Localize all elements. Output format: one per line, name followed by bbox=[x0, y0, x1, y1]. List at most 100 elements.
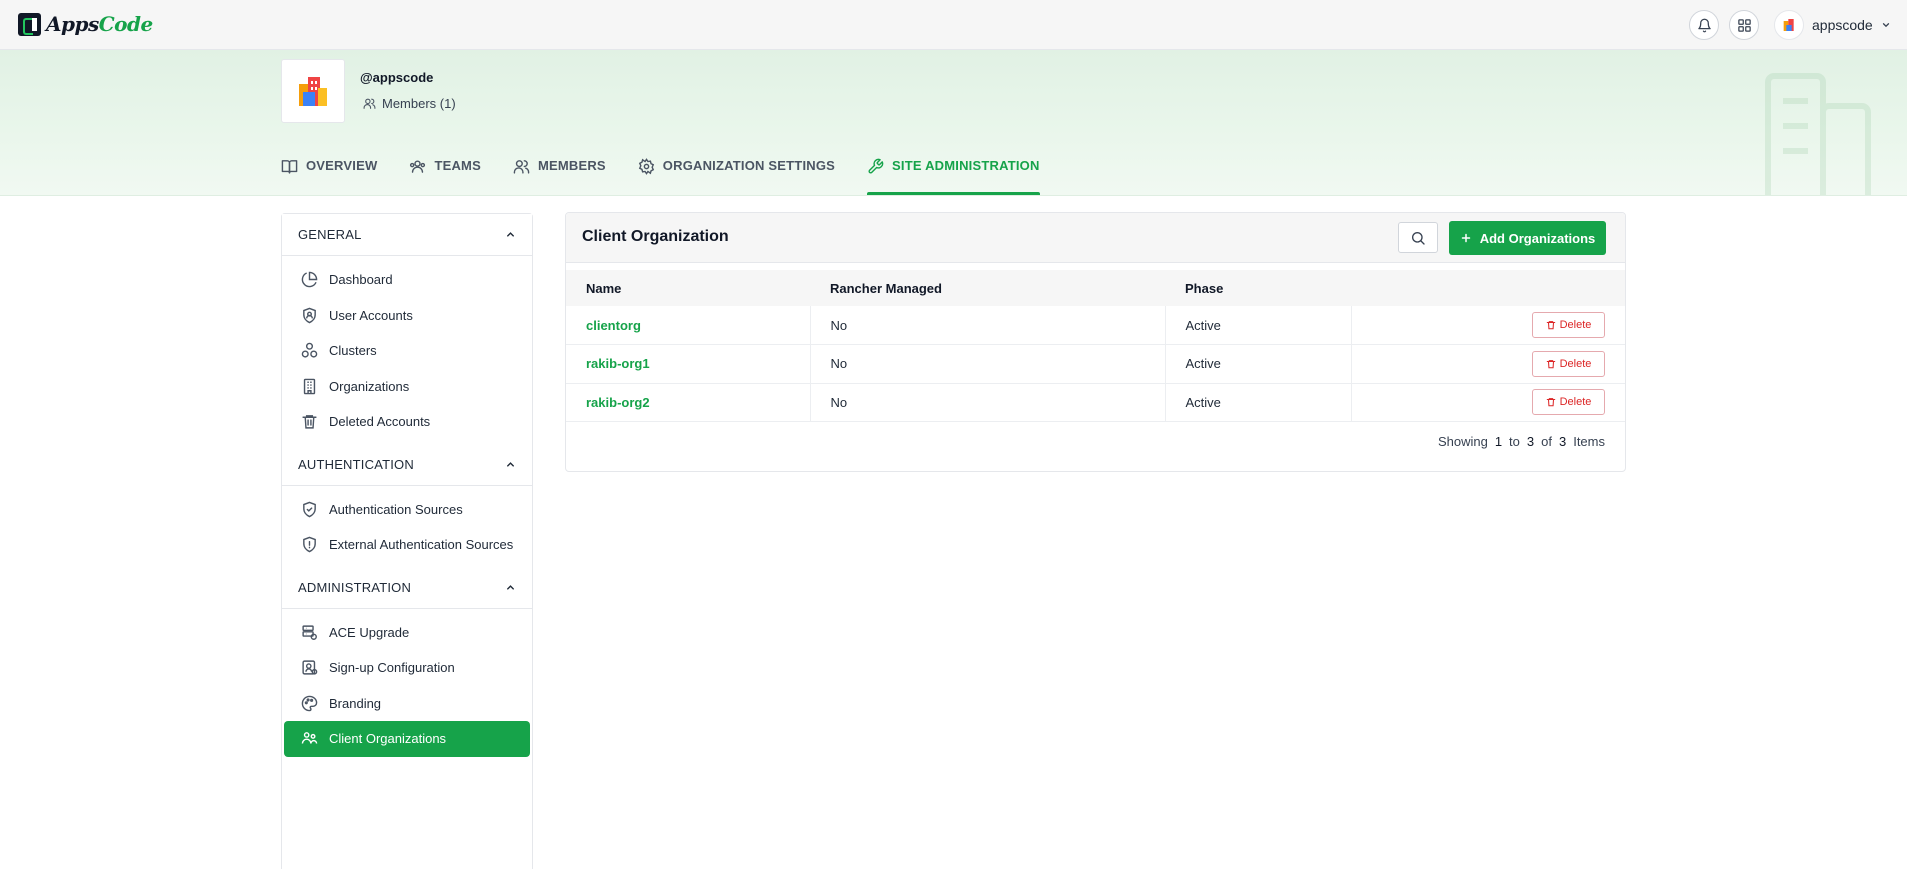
pager-items-label: Items bbox=[1573, 434, 1605, 449]
chevron-up-icon bbox=[505, 582, 516, 593]
sidebar-section-general[interactable]: GENERAL bbox=[282, 214, 532, 256]
logo-mark-icon bbox=[18, 12, 41, 36]
table-header-row: Name Rancher Managed Phase bbox=[566, 270, 1625, 306]
tab-label: OVERVIEW bbox=[306, 158, 378, 173]
pager-to: 3 bbox=[1526, 434, 1535, 449]
team-icon bbox=[409, 158, 426, 175]
trash-icon bbox=[1546, 397, 1556, 407]
rancher-managed-cell: No bbox=[810, 344, 1166, 384]
search-button[interactable] bbox=[1398, 222, 1438, 253]
username: appscode bbox=[1812, 17, 1873, 33]
pager-total: 3 bbox=[1558, 434, 1567, 449]
actions-cell: Delete bbox=[1351, 383, 1625, 422]
sidebar-item-label: Authentication Sources bbox=[329, 501, 463, 517]
org-members-link[interactable]: Members (1) bbox=[363, 96, 456, 111]
panel-header: Client Organization Add Organizations bbox=[566, 213, 1625, 263]
client-org-icon bbox=[300, 730, 318, 748]
book-icon bbox=[281, 158, 298, 175]
members-count-label: Members (1) bbox=[382, 96, 456, 111]
column-header-actions bbox=[1351, 270, 1625, 306]
logo-text: AppsCode bbox=[46, 12, 153, 36]
sidebar-item-user-accounts[interactable]: User Accounts bbox=[284, 298, 530, 334]
admin-sidebar: GENERAL Dashboard User Accounts Clusters… bbox=[281, 213, 533, 869]
org-name-link[interactable]: rakib-org1 bbox=[566, 344, 811, 384]
rancher-managed-cell: No bbox=[810, 383, 1166, 422]
tab-teams[interactable]: TEAMS bbox=[409, 148, 481, 195]
sidebar-item-deleted-accounts[interactable]: Deleted Accounts bbox=[284, 404, 530, 440]
sidebar-section-authentication[interactable]: AUTHENTICATION bbox=[282, 443, 532, 486]
tab-site-administration[interactable]: SITE ADMINISTRATION bbox=[867, 148, 1040, 195]
bell-icon bbox=[1697, 18, 1712, 33]
server-upgrade-icon bbox=[300, 623, 318, 641]
apps-grid-button[interactable] bbox=[1729, 10, 1759, 40]
sidebar-item-label: Clusters bbox=[329, 343, 377, 359]
pager-showing-label: Showing bbox=[1437, 434, 1488, 449]
delete-label: Delete bbox=[1559, 357, 1592, 370]
rancher-managed-cell: No bbox=[810, 306, 1166, 345]
sidebar-section-administration[interactable]: ADMINISTRATION bbox=[282, 566, 532, 609]
members-icon bbox=[363, 97, 376, 110]
sidebar-item-label: Organizations bbox=[329, 378, 410, 394]
building-icon bbox=[300, 377, 318, 395]
delete-label: Delete bbox=[1559, 396, 1592, 409]
appscode-logo[interactable]: AppsCode bbox=[18, 12, 153, 36]
tab-label: MEMBERS bbox=[537, 158, 606, 173]
pagination-summary: Showing 1 to 3 of 3 Items bbox=[1438, 434, 1605, 449]
gear-icon bbox=[638, 158, 655, 175]
tab-label: TEAMS bbox=[434, 158, 481, 173]
actions-cell: Delete bbox=[1351, 344, 1625, 384]
sidebar-item-signup-configuration[interactable]: Sign-up Configuration bbox=[284, 650, 530, 686]
plus-icon bbox=[1460, 232, 1472, 244]
sidebar-item-label: ACE Upgrade bbox=[329, 624, 410, 640]
sidebar-item-client-organizations[interactable]: Client Organizations bbox=[284, 721, 530, 757]
table-row: rakib-org1 No Active Delete bbox=[566, 344, 1625, 384]
delete-button[interactable]: Delete bbox=[1532, 350, 1605, 377]
sidebar-item-label: External Authentication Sources bbox=[329, 537, 514, 553]
column-header-name[interactable]: Name bbox=[566, 270, 810, 306]
wrench-icon bbox=[867, 158, 884, 175]
sidebar-item-authentication-sources[interactable]: Authentication Sources bbox=[284, 492, 530, 528]
tab-label: ORGANIZATION SETTINGS bbox=[662, 158, 836, 173]
org-name-link[interactable]: rakib-org2 bbox=[566, 383, 811, 422]
sidebar-item-organizations[interactable]: Organizations bbox=[284, 369, 530, 405]
delete-button[interactable]: Delete bbox=[1532, 389, 1605, 416]
pager-to-label: to bbox=[1509, 434, 1520, 449]
phase-cell: Active bbox=[1165, 306, 1352, 345]
tab-overview[interactable]: OVERVIEW bbox=[281, 148, 378, 195]
pager-of-label: of bbox=[1541, 434, 1552, 449]
delete-button[interactable]: Delete bbox=[1532, 312, 1605, 338]
column-header-rancher-managed[interactable]: Rancher Managed bbox=[810, 270, 1165, 306]
section-title: ADMINISTRATION bbox=[298, 579, 412, 595]
sidebar-item-branding[interactable]: Branding bbox=[284, 686, 530, 722]
page-title: Client Organization bbox=[582, 228, 729, 245]
sidebar-item-ace-upgrade[interactable]: ACE Upgrade bbox=[284, 615, 530, 651]
org-name-link[interactable]: clientorg bbox=[566, 306, 811, 345]
chevron-up-icon bbox=[505, 459, 516, 470]
section-title: GENERAL bbox=[298, 227, 362, 242]
tab-members[interactable]: MEMBERS bbox=[513, 148, 606, 195]
sidebar-item-clusters[interactable]: Clusters bbox=[284, 333, 530, 369]
org-handle: @appscode bbox=[360, 70, 434, 85]
sidebar-item-dashboard[interactable]: Dashboard bbox=[284, 262, 530, 298]
clusters-icon bbox=[300, 342, 318, 360]
shield-check-icon bbox=[300, 500, 318, 518]
chevron-up-icon bbox=[505, 229, 516, 240]
add-organizations-button[interactable]: Add Organizations bbox=[1449, 221, 1606, 255]
sidebar-item-external-authentication-sources[interactable]: External Authentication Sources bbox=[284, 527, 530, 563]
notifications-button[interactable] bbox=[1689, 10, 1719, 40]
search-icon bbox=[1410, 230, 1426, 246]
signup-config-icon bbox=[300, 659, 318, 677]
table-row: rakib-org2 No Active Delete bbox=[566, 383, 1625, 422]
sidebar-item-label: Sign-up Configuration bbox=[329, 660, 455, 676]
chevron-down-icon bbox=[1881, 20, 1891, 30]
org-header: @appscode Members (1) OVERVIEW TEAMS MEM… bbox=[0, 50, 1907, 196]
grid-apps-icon bbox=[1737, 18, 1752, 33]
tab-organization-settings[interactable]: ORGANIZATION SETTINGS bbox=[638, 148, 836, 195]
phase-cell: Active bbox=[1165, 344, 1352, 384]
delete-label: Delete bbox=[1559, 319, 1592, 331]
pie-chart-icon bbox=[300, 271, 318, 289]
sidebar-item-label: Client Organizations bbox=[329, 731, 447, 747]
user-menu[interactable]: appscode bbox=[1774, 10, 1891, 40]
column-header-phase[interactable]: Phase bbox=[1165, 270, 1351, 306]
members-icon bbox=[513, 158, 530, 175]
